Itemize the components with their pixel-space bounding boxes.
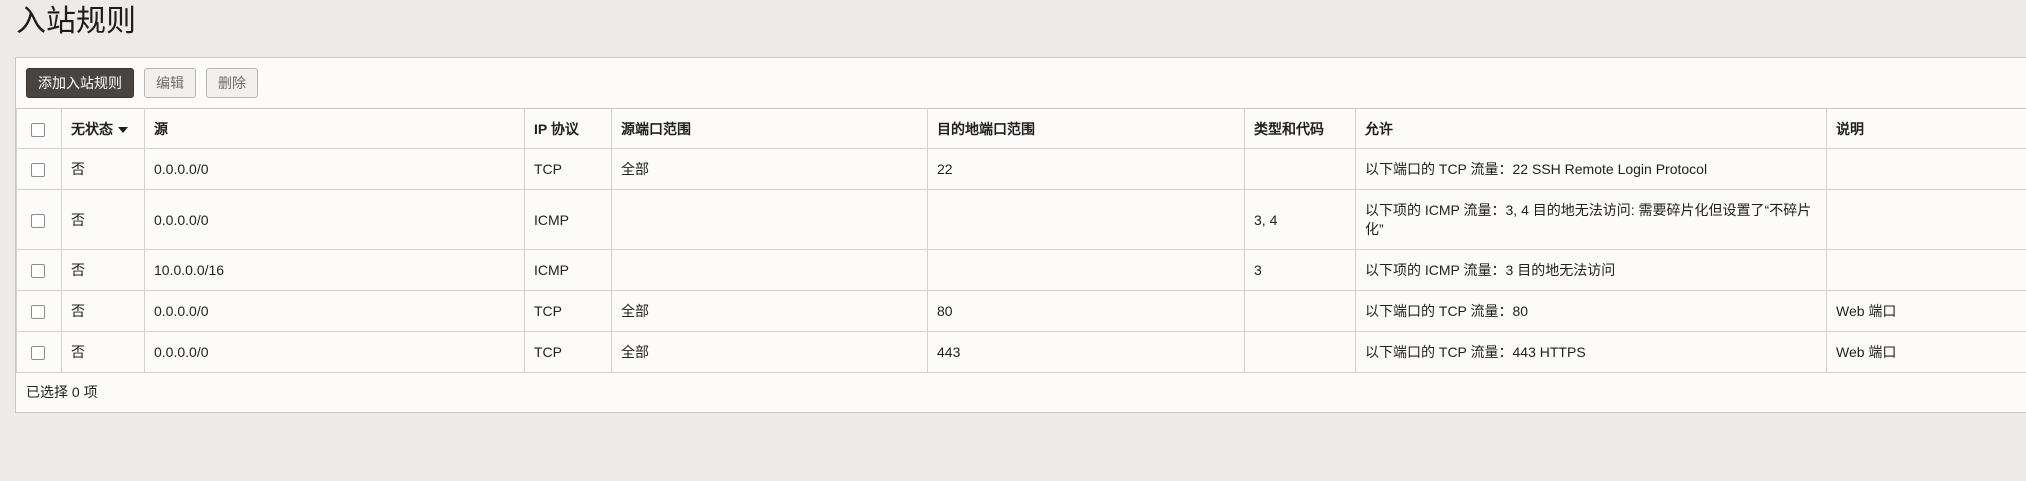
column-header-source-port-range[interactable]: 源端口范围 — [611, 108, 928, 149]
column-header-stateless[interactable]: 无状态 — [61, 108, 145, 149]
select-all-cell — [16, 108, 62, 149]
column-header-destination-port-range[interactable]: 目的地端口范围 — [927, 108, 1245, 149]
table-row: 否 0.0.0.0/0 TCP 全部 80 以下端口的 TCP 流量：80 We… — [16, 290, 2026, 332]
row-checkbox[interactable] — [31, 213, 45, 228]
table-row: 否 10.0.0.0/16 ICMP 3 以下项的 ICMP 流量：3 目的地无… — [16, 249, 2026, 291]
row-select-cell — [16, 290, 62, 332]
table-row: 否 0.0.0.0/0 ICMP 3, 4 以下项的 ICMP 流量：3, 4 … — [16, 189, 2026, 250]
add-ingress-rule-button[interactable]: 添加入站规则 — [26, 68, 134, 98]
column-header-allows[interactable]: 允许 — [1355, 108, 1827, 149]
source-cell: 0.0.0.0/0 — [144, 148, 525, 190]
page-title: 入站规则 — [16, 5, 136, 38]
description-cell — [1826, 249, 2026, 291]
source-cell: 0.0.0.0/0 — [144, 189, 525, 250]
destination-port-cell: 80 — [927, 290, 1245, 332]
description-cell: Web 端口 — [1826, 290, 2026, 332]
allows-cell: 以下项的 ICMP 流量：3, 4 目的地无法访问: 需要碎片化但设置了“不碎片… — [1355, 189, 1827, 250]
source-port-cell: 全部 — [611, 148, 928, 190]
table-row: 否 0.0.0.0/0 TCP 全部 443 以下端口的 TCP 流量：443 … — [16, 331, 2026, 373]
source-port-cell: 全部 — [611, 290, 928, 332]
table-row: 否 0.0.0.0/0 TCP 全部 22 以下端口的 TCP 流量：22 SS… — [16, 148, 2026, 190]
column-header-type-and-code[interactable]: 类型和代码 — [1244, 108, 1356, 149]
selection-count: 已选择 0 项 — [26, 384, 98, 400]
destination-port-cell — [927, 249, 1245, 291]
select-all-checkbox[interactable] — [31, 122, 45, 137]
row-select-cell — [16, 331, 62, 373]
protocol-cell: TCP — [524, 290, 612, 332]
type-code-cell — [1244, 148, 1356, 190]
source-port-cell — [611, 249, 928, 291]
toolbar: 添加入站规则 编辑 删除 — [26, 68, 258, 98]
allows-cell: 以下端口的 TCP 流量：22 SSH Remote Login Protoco… — [1355, 148, 1827, 190]
source-cell: 0.0.0.0/0 — [144, 290, 525, 332]
sort-descending-icon — [118, 126, 128, 133]
column-header-source[interactable]: 源 — [144, 108, 525, 149]
type-code-cell — [1244, 331, 1356, 373]
allows-cell: 以下项的 ICMP 流量：3 目的地无法访问 — [1355, 249, 1827, 291]
destination-port-cell — [927, 189, 1245, 250]
row-checkbox[interactable] — [31, 163, 45, 178]
allows-cell: 以下端口的 TCP 流量：443 HTTPS — [1355, 331, 1827, 373]
column-header-description[interactable]: 说明 — [1826, 108, 2026, 149]
row-select-cell — [16, 189, 62, 250]
row-select-cell — [16, 249, 62, 291]
protocol-cell: ICMP — [524, 249, 612, 291]
table-header-row: 无状态 源 IP 协议 源端口范围 目的地端口范围 类型和代码 允许 说明 — [16, 108, 2026, 149]
allows-cell: 以下端口的 TCP 流量：80 — [1355, 290, 1827, 332]
destination-port-cell: 443 — [927, 331, 1245, 373]
rules-panel: 添加入站规则 编辑 删除 无状态 源 IP 协议 源端口范围 目的地端口范围 类… — [15, 57, 2026, 413]
type-code-cell: 3, 4 — [1244, 189, 1356, 250]
ingress-rules-table: 无状态 源 IP 协议 源端口范围 目的地端口范围 类型和代码 允许 说明 否 … — [16, 108, 2026, 373]
stateless-cell: 否 — [61, 249, 145, 291]
stateless-cell: 否 — [61, 290, 145, 332]
delete-button[interactable]: 删除 — [206, 68, 258, 98]
source-port-cell: 全部 — [611, 331, 928, 373]
source-cell: 0.0.0.0/0 — [144, 331, 525, 373]
column-header-ip-protocol[interactable]: IP 协议 — [524, 108, 612, 149]
protocol-cell: TCP — [524, 331, 612, 373]
protocol-cell: ICMP — [524, 189, 612, 250]
description-cell — [1826, 148, 2026, 190]
stateless-cell: 否 — [61, 331, 145, 373]
row-select-cell — [16, 148, 62, 190]
row-checkbox[interactable] — [31, 264, 45, 279]
row-checkbox[interactable] — [31, 346, 45, 361]
source-cell: 10.0.0.0/16 — [144, 249, 525, 291]
description-cell: Web 端口 — [1826, 331, 2026, 373]
edit-button[interactable]: 编辑 — [144, 68, 196, 98]
destination-port-cell: 22 — [927, 148, 1245, 190]
protocol-cell: TCP — [524, 148, 612, 190]
stateless-cell: 否 — [61, 148, 145, 190]
type-code-cell: 3 — [1244, 249, 1356, 291]
column-label: 无状态 — [71, 120, 113, 137]
description-cell — [1826, 189, 2026, 250]
stateless-cell: 否 — [61, 189, 145, 250]
row-checkbox[interactable] — [31, 305, 45, 320]
type-code-cell — [1244, 290, 1356, 332]
source-port-cell — [611, 189, 928, 250]
